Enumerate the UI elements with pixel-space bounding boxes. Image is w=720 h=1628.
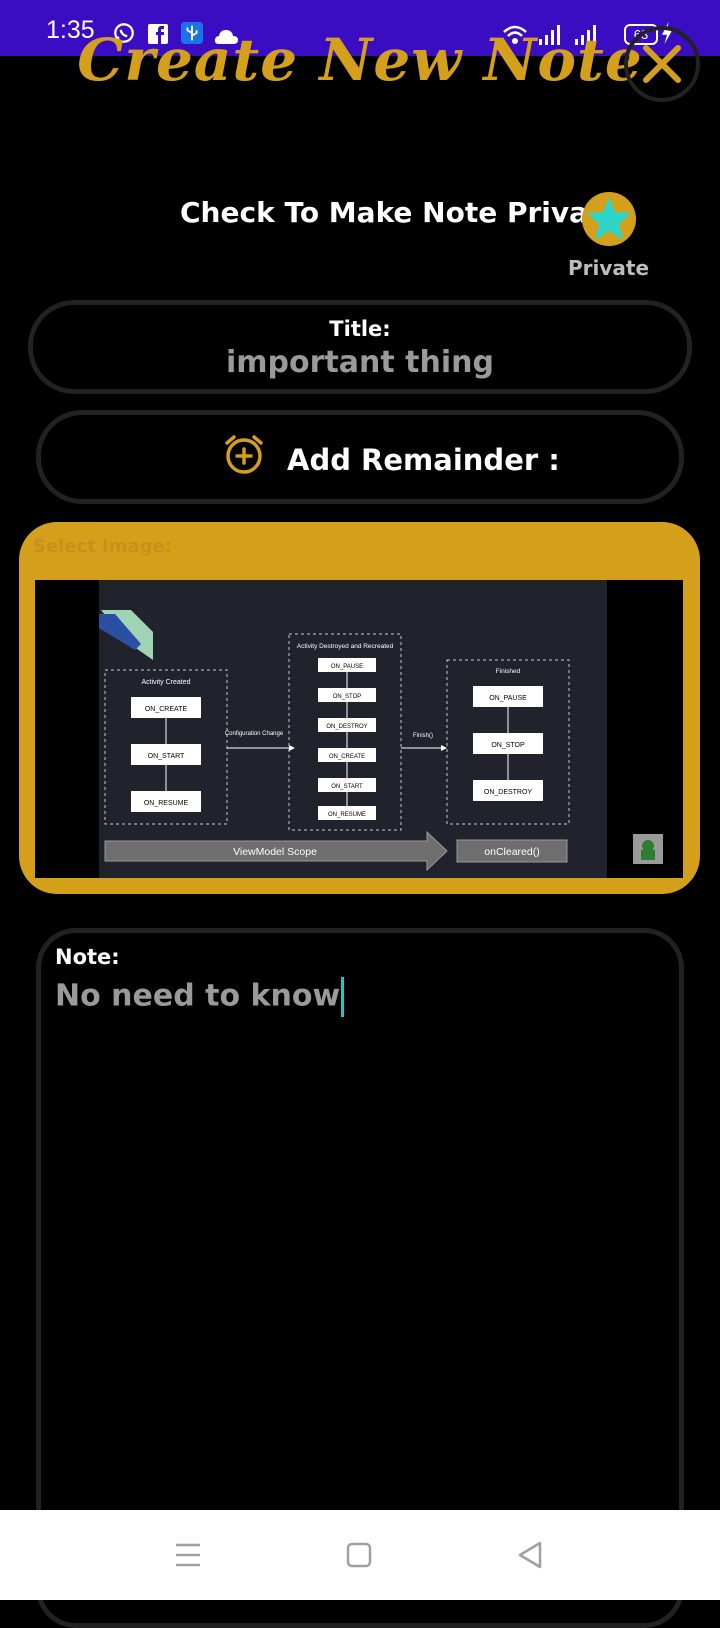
created-state-0: ON_CREATE bbox=[145, 706, 188, 713]
scope-label: ViewModel Scope bbox=[233, 846, 317, 858]
lifecycle-diagram: Activity Created ON_CREATE ON_START ON_R… bbox=[99, 580, 663, 878]
image-caption: Select Image: bbox=[33, 536, 172, 557]
private-toggle-label: Private bbox=[568, 256, 650, 280]
created-title: Activity Created bbox=[141, 679, 190, 686]
close-icon bbox=[643, 45, 681, 83]
svg-text:ON_CREATE: ON_CREATE bbox=[329, 754, 365, 760]
back-icon[interactable] bbox=[516, 1540, 544, 1570]
title-caption: Title: bbox=[329, 317, 391, 341]
title-input[interactable]: important thing bbox=[33, 345, 687, 380]
add-reminder-label: Add Remainder : bbox=[287, 443, 560, 477]
title-field[interactable]: Title: important thing bbox=[28, 300, 692, 394]
svg-text:ON_DESTROY: ON_DESTROY bbox=[326, 724, 367, 730]
finish-label: Finish() bbox=[413, 733, 433, 739]
created-state-2: ON_RESUME bbox=[144, 800, 189, 807]
finished-state-0: ON_PAUSE bbox=[489, 695, 527, 702]
menu-icon[interactable] bbox=[174, 1542, 202, 1568]
note-text: No need to know bbox=[55, 978, 341, 1014]
add-reminder-button[interactable]: Add Remainder : bbox=[36, 410, 684, 504]
star-icon bbox=[587, 197, 631, 240]
page-title: Create New Note bbox=[77, 26, 643, 94]
finished-title: Finished bbox=[496, 668, 521, 675]
config-change-label: Configuration Change bbox=[225, 731, 284, 737]
created-state-1: ON_START bbox=[148, 753, 185, 760]
finished-state-2: ON_DESTROY bbox=[484, 789, 533, 796]
note-input[interactable]: No need to know bbox=[55, 977, 345, 1017]
header-backdrop bbox=[0, 0, 1, 1]
text-cursor bbox=[341, 977, 345, 1017]
finished-state-1: ON_STOP bbox=[491, 742, 525, 749]
navigation-bar bbox=[0, 1510, 720, 1600]
home-icon[interactable] bbox=[346, 1542, 372, 1568]
svg-text:ON_START: ON_START bbox=[331, 784, 363, 790]
private-toggle[interactable] bbox=[582, 192, 636, 246]
svg-text:ON_RESUME: ON_RESUME bbox=[328, 812, 366, 818]
alarm-add-icon bbox=[225, 435, 263, 474]
private-label: Check To Make Note Private: bbox=[180, 196, 632, 229]
svg-text:ON_STOP: ON_STOP bbox=[333, 694, 362, 700]
note-caption: Note: bbox=[55, 945, 120, 969]
image-picker-card[interactable]: Select Image: Activity Created ON_CREATE… bbox=[19, 522, 700, 894]
destroyed-title: Activity Destroyed and Recreated bbox=[297, 643, 394, 650]
close-button[interactable] bbox=[624, 26, 700, 102]
svg-text:ON_PAUSE: ON_PAUSE bbox=[331, 664, 363, 670]
cleared-label: onCleared() bbox=[484, 846, 539, 858]
selected-image[interactable]: Activity Created ON_CREATE ON_START ON_R… bbox=[35, 580, 683, 878]
